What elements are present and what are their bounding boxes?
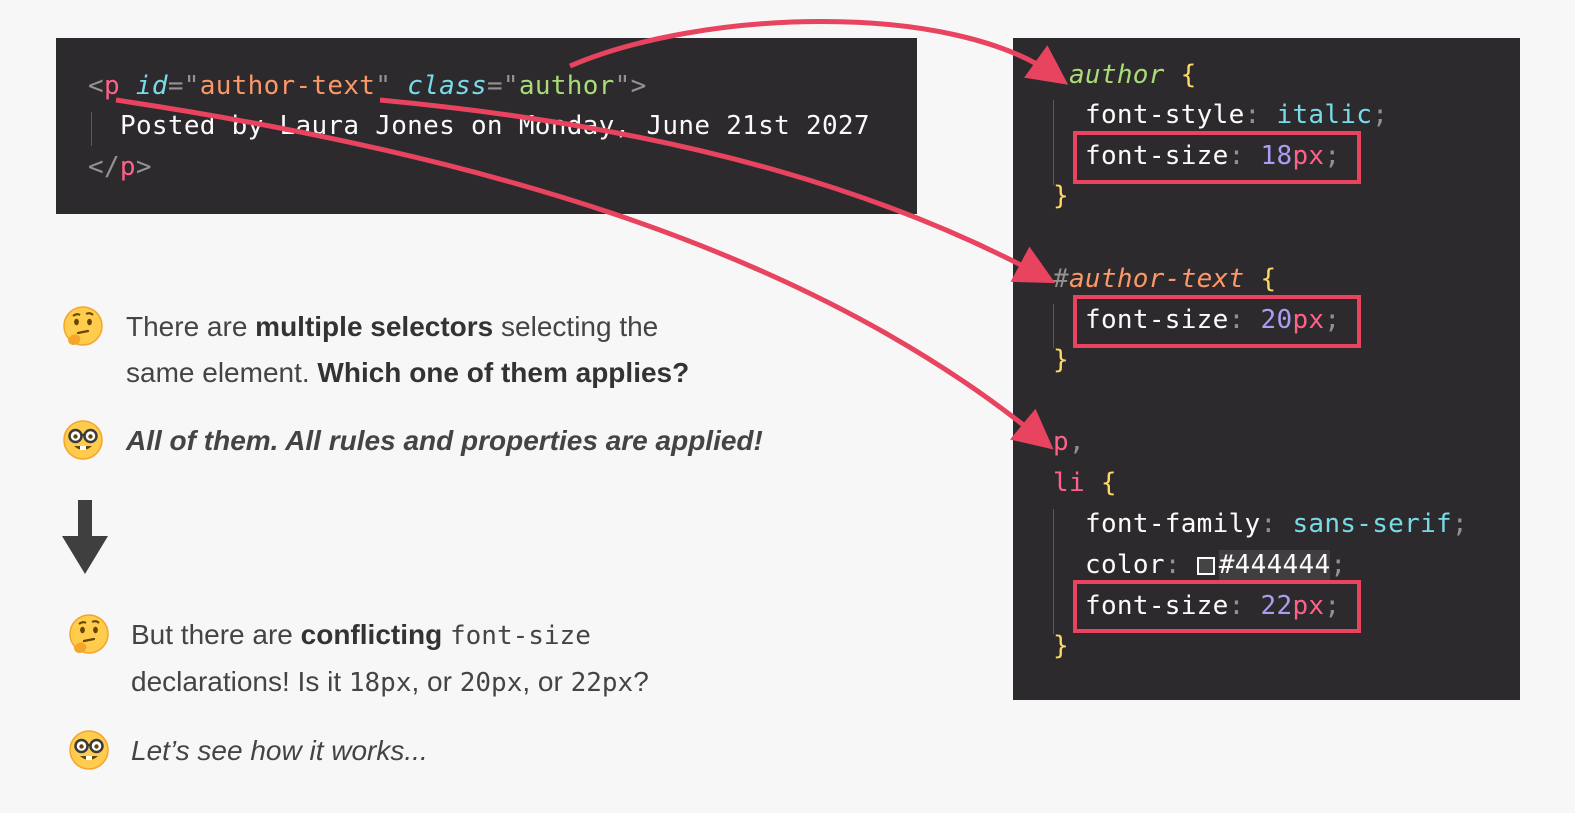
text-segment: But there are	[131, 619, 301, 650]
rule-close: }	[1053, 631, 1069, 661]
property-name: color	[1085, 550, 1165, 580]
class-value: author	[518, 71, 615, 101]
element-selector: p	[1053, 427, 1069, 457]
colon: :	[1244, 100, 1261, 130]
indent-guide	[1053, 304, 1054, 348]
rule-author-text-selector: #author-text {	[1053, 264, 1276, 294]
close-brace: }	[1053, 181, 1069, 211]
semicolon: ;	[1372, 100, 1389, 130]
colon: :	[1260, 509, 1277, 539]
id-selector: author-text	[1068, 264, 1245, 294]
bold-segment: multiple selectors	[255, 311, 494, 342]
thinking-face-icon	[69, 614, 109, 654]
bold-segment: Which one of them applies?	[317, 357, 690, 388]
decl-font-family: font-family: sans-serif;	[1085, 509, 1468, 539]
highlight-font-size-22	[1073, 580, 1361, 633]
question-2: But there are conflicting font-size decl…	[131, 612, 649, 706]
property-name: font-style	[1085, 100, 1245, 130]
rule-li-selector: li {	[1053, 468, 1117, 498]
eq-punct: ="	[486, 71, 519, 101]
close-brace: }	[1053, 631, 1069, 661]
open-brace: {	[1100, 468, 1117, 498]
dot-punct: .	[1053, 60, 1069, 90]
rule-close: }	[1053, 345, 1069, 375]
code-segment: 18px	[348, 668, 412, 698]
answer-1: All of them. All rules and properties ar…	[126, 425, 763, 456]
close-brace: }	[1053, 345, 1069, 375]
rule-p-selector: p,	[1053, 427, 1085, 457]
eq-punct: ="	[167, 71, 200, 101]
thinking-face-icon	[63, 306, 103, 346]
bold-segment: conflicting	[300, 619, 443, 650]
highlight-font-size-18	[1073, 131, 1361, 184]
hash-punct: #	[1053, 264, 1069, 294]
id-attribute: id	[135, 71, 168, 101]
property-name: font-family	[1085, 509, 1261, 539]
nerd-face-icon	[69, 730, 109, 770]
open-brace: {	[1180, 60, 1197, 90]
decl-font-style: font-style: italic;	[1085, 100, 1388, 130]
text-segment: ?	[633, 666, 649, 697]
code-segment: 20px	[459, 668, 523, 698]
text-segment: , or	[411, 666, 460, 697]
property-value: sans-serif	[1292, 509, 1452, 539]
semicolon: ;	[1330, 550, 1347, 580]
text-segment: same element.	[126, 357, 318, 388]
down-arrow-icon	[62, 500, 108, 574]
indent-guide	[91, 112, 92, 146]
question-1: There are multiple selectors selecting t…	[126, 304, 689, 396]
answer-2: Let’s see how it works...	[131, 735, 428, 766]
html-open-tag-line: <p id="author-text" class="author">	[88, 71, 647, 101]
open-brace: {	[1260, 264, 1277, 294]
html-close-tag-line: </p>	[88, 152, 152, 182]
text-segment: There are	[126, 311, 256, 342]
color-value: #444444	[1218, 550, 1331, 580]
p-close-tag: p	[119, 152, 136, 182]
property-value: italic	[1276, 100, 1373, 130]
class-attribute: class	[407, 71, 487, 101]
rule-author-selector: .author {	[1053, 60, 1197, 90]
color-swatch-icon	[1196, 557, 1215, 575]
indent-guide	[1053, 509, 1054, 634]
quote-punct: "	[375, 71, 392, 101]
comma: ,	[1068, 427, 1085, 457]
gt-punct: ">	[614, 71, 647, 101]
highlight-font-size-20	[1073, 295, 1361, 348]
p-tag: p	[103, 71, 120, 101]
text-segment: , or	[522, 666, 571, 697]
semicolon: ;	[1451, 509, 1468, 539]
code-segment: 22px	[570, 668, 634, 698]
decl-color: color: #444444;	[1085, 550, 1346, 580]
lt-punct: <	[88, 71, 104, 101]
rule-close: }	[1053, 181, 1069, 211]
text-segment: selecting the	[493, 311, 659, 342]
close-lt-punct: </	[88, 152, 120, 182]
code-segment: font-size	[449, 621, 591, 651]
colon: :	[1164, 550, 1181, 580]
gt-punct: >	[135, 152, 152, 182]
text-segment: declarations! Is it	[131, 666, 349, 697]
id-value: author-text	[199, 71, 376, 101]
html-content-line: Posted by Laura Jones on Monday, June 21…	[120, 111, 870, 141]
indent-guide	[1053, 100, 1054, 185]
nerd-face-icon	[63, 420, 103, 460]
html-code-block: <p id="author-text" class="author"> Post…	[56, 38, 917, 214]
class-selector: author	[1068, 60, 1165, 90]
element-selector: li	[1053, 468, 1085, 498]
